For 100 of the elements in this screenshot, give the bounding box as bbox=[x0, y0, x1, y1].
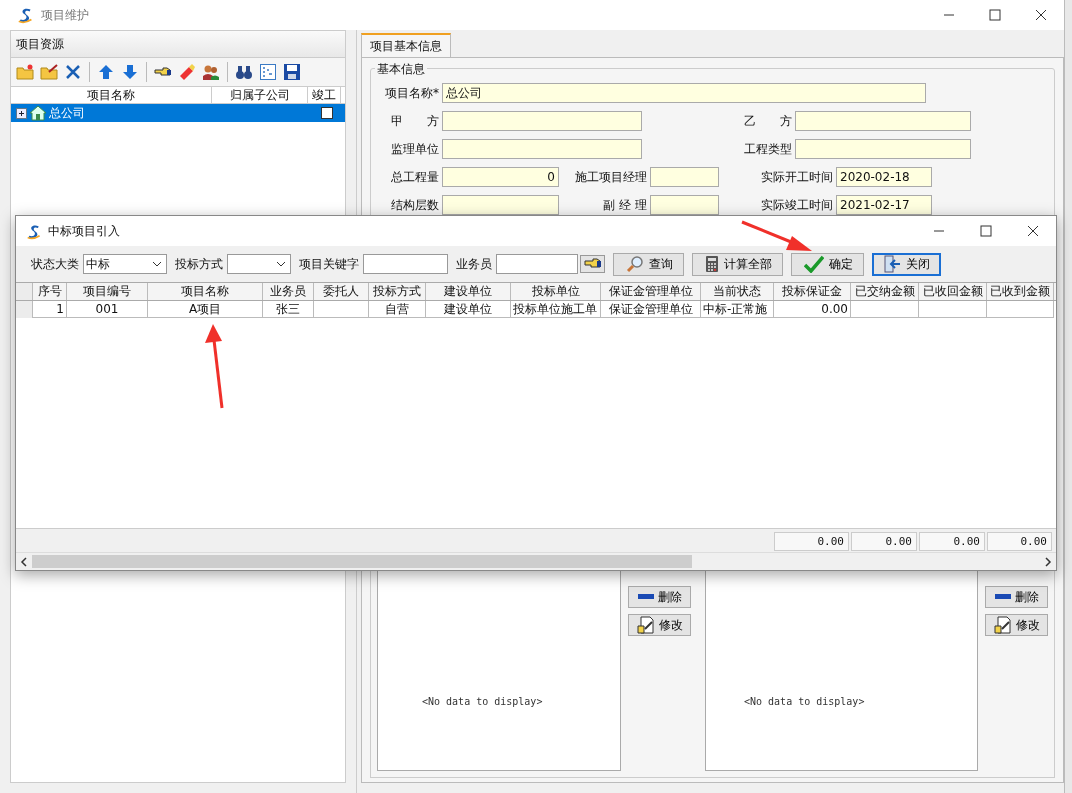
maximize-icon[interactable] bbox=[989, 9, 1001, 21]
input-field[interactable] bbox=[795, 111, 971, 131]
calculator-icon bbox=[705, 255, 719, 273]
people-icon[interactable] bbox=[202, 63, 220, 81]
table-cell bbox=[851, 301, 919, 318]
new-folder-icon[interactable] bbox=[16, 63, 34, 81]
close-icon[interactable] bbox=[1035, 9, 1047, 21]
input-field[interactable] bbox=[795, 139, 971, 159]
column-header[interactable]: 项目编号 bbox=[67, 283, 148, 300]
checkmark-icon bbox=[804, 255, 824, 273]
binoculars-icon[interactable] bbox=[235, 63, 253, 81]
column-header[interactable]: 委托人 bbox=[314, 283, 369, 300]
maximize-icon[interactable] bbox=[980, 225, 992, 237]
filter-label: 业务员 bbox=[456, 255, 492, 273]
table-cell: 保证金管理单位 bbox=[601, 301, 701, 318]
toolbar-button[interactable]: 确定 bbox=[791, 252, 864, 276]
expand-icon[interactable] bbox=[16, 107, 27, 119]
eraser-icon[interactable] bbox=[178, 63, 196, 81]
arrow-up-icon[interactable] bbox=[97, 63, 115, 81]
table-cell bbox=[919, 301, 987, 318]
input-field[interactable]: 0 bbox=[442, 167, 559, 187]
column-header[interactable]: 已收回金额 bbox=[919, 283, 987, 300]
window-title: 项目维护 bbox=[41, 6, 89, 24]
arrow-down-icon[interactable] bbox=[121, 63, 139, 81]
toolbar-button[interactable]: 查询 bbox=[613, 252, 684, 276]
edit-folder-icon[interactable] bbox=[40, 63, 58, 81]
column-header[interactable]: 投标保证金 bbox=[774, 283, 851, 300]
list-icon[interactable] bbox=[259, 63, 277, 81]
tree-item-label: 总公司 bbox=[49, 104, 85, 122]
table-cell: 张三 bbox=[263, 301, 314, 318]
save-icon[interactable] bbox=[283, 63, 301, 81]
field-label: 施工项目经理 bbox=[574, 168, 648, 186]
column-header[interactable]: 当前状态 bbox=[701, 283, 774, 300]
filter-label: 状态大类 bbox=[31, 255, 79, 273]
search-icon bbox=[626, 255, 644, 273]
column-header[interactable]: 投标方式 bbox=[369, 283, 426, 300]
input-field[interactable] bbox=[442, 195, 559, 215]
filter-label: 项目关键字 bbox=[299, 255, 359, 273]
input-field[interactable] bbox=[650, 195, 719, 215]
minus-icon bbox=[994, 594, 1011, 600]
column-header[interactable]: 投标单位 bbox=[511, 283, 601, 300]
close-icon[interactable] bbox=[1027, 225, 1039, 237]
column-header[interactable]: 项目名称 bbox=[11, 87, 212, 103]
column-header[interactable]: 归属子公司 bbox=[212, 87, 308, 103]
field-label: 总工程量 bbox=[390, 168, 440, 186]
field-label: 实际竣工时间 bbox=[760, 196, 834, 214]
filter-label: 投标方式 bbox=[175, 255, 223, 273]
input-field[interactable] bbox=[650, 167, 719, 187]
toolbar-button[interactable]: 计算全部 bbox=[692, 252, 783, 276]
field-label: 实际开工时间 bbox=[760, 168, 834, 186]
table-cell: 中标-正常施 bbox=[701, 301, 774, 318]
column-header[interactable]: 业务员 bbox=[263, 283, 314, 300]
toolbar-button[interactable]: 关闭 bbox=[872, 252, 941, 276]
input-field[interactable]: 总公司 bbox=[442, 83, 926, 103]
horizontal-scrollbar[interactable] bbox=[16, 552, 1056, 570]
table-cell: 1 bbox=[33, 301, 67, 318]
input-field[interactable]: 2021-02-17 bbox=[836, 195, 932, 215]
input-field[interactable] bbox=[442, 111, 642, 131]
list-button[interactable]: 删除 bbox=[985, 586, 1048, 608]
column-header[interactable]: 建设单位 bbox=[426, 283, 511, 300]
column-header[interactable]: 已交纳金额 bbox=[851, 283, 919, 300]
chevron-down-icon bbox=[276, 261, 286, 267]
completed-checkbox[interactable] bbox=[321, 107, 333, 119]
table-cell bbox=[314, 301, 369, 318]
column-header[interactable]: 竣工 bbox=[308, 87, 341, 103]
field-label: 甲 方 bbox=[390, 112, 440, 130]
total-cell: 0.00 bbox=[919, 531, 985, 551]
input-field[interactable] bbox=[442, 139, 642, 159]
house-icon bbox=[29, 105, 47, 121]
table-cell: 自营 bbox=[369, 301, 426, 318]
list-button[interactable]: 修改 bbox=[985, 614, 1048, 636]
column-header[interactable]: 保证金管理单位 bbox=[601, 283, 701, 300]
annotation-arrow bbox=[741, 220, 812, 251]
delete-icon[interactable] bbox=[64, 63, 82, 81]
field-label: 结构层数 bbox=[390, 196, 440, 214]
input-field[interactable]: 2020-02-18 bbox=[836, 167, 932, 187]
table-cell: 001 bbox=[67, 301, 148, 318]
column-header[interactable]: 项目名称 bbox=[148, 283, 263, 300]
input-field[interactable] bbox=[496, 254, 578, 274]
field-label: 副 经 理 bbox=[602, 196, 648, 214]
table-cell: A项目 bbox=[148, 301, 263, 318]
list-button[interactable]: 修改 bbox=[628, 614, 691, 636]
scroll-right-icon[interactable] bbox=[1044, 556, 1052, 567]
column-header[interactable]: 已收到金额 bbox=[987, 283, 1054, 300]
input-field[interactable] bbox=[363, 254, 448, 274]
dropdown-field[interactable]: 中标 bbox=[83, 254, 167, 274]
group-title: 基本信息 bbox=[375, 61, 427, 78]
exit-door-icon bbox=[883, 255, 901, 273]
total-cell: 0.00 bbox=[774, 531, 849, 551]
tab[interactable]: 项目基本信息 bbox=[361, 33, 451, 57]
dropdown-field[interactable] bbox=[227, 254, 291, 274]
field-label: 工程类型 bbox=[743, 140, 793, 158]
empty-message: <No data to display> bbox=[744, 695, 865, 707]
field-label: 监理单位 bbox=[390, 140, 440, 158]
picker-button[interactable] bbox=[580, 255, 605, 273]
tree-row[interactable]: 总公司 bbox=[11, 104, 345, 122]
field-label: 项目名称* bbox=[384, 84, 440, 102]
column-header[interactable]: 序号 bbox=[33, 283, 67, 300]
scroll-left-icon[interactable] bbox=[20, 556, 28, 567]
list-button[interactable]: 删除 bbox=[628, 586, 691, 608]
